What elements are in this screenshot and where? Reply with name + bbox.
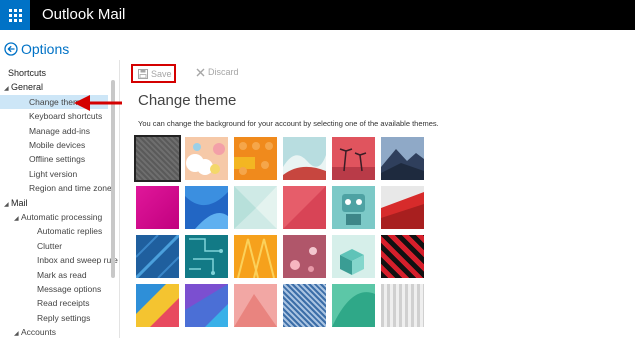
- launcher-dot: [14, 19, 17, 22]
- launcher-dot: [19, 14, 22, 17]
- sidebar-item-label: Mark as read: [37, 269, 87, 280]
- sidebar-item-keyboard-shortcuts[interactable]: Keyboard shortcuts: [0, 109, 102, 123]
- launcher-dot: [14, 9, 17, 12]
- sidebar-item-label: Automatic replies: [37, 226, 103, 237]
- sidebar-item-shortcuts[interactable]: Shortcuts: [0, 66, 46, 80]
- options-title: Options: [21, 41, 70, 57]
- launcher-dot: [9, 19, 12, 22]
- theme-tile-robot[interactable]: [332, 186, 375, 229]
- sidebar-item-label: Light version: [29, 168, 78, 179]
- sidebar-item-mail[interactable]: ◢ Mail: [0, 196, 28, 210]
- sidebar-item-label: Clutter: [37, 240, 63, 251]
- sidebar-item-label: General: [11, 82, 44, 93]
- launcher-dot: [19, 9, 22, 12]
- theme-tile-pink-bokeh[interactable]: [283, 235, 326, 278]
- theme-tile-pastel-shapes[interactable]: [234, 186, 277, 229]
- theme-tile-blue-pattern[interactable]: [136, 235, 179, 278]
- theme-tile-cartoon-clouds[interactable]: [185, 137, 228, 180]
- app-title: Outlook Mail: [42, 6, 126, 23]
- sidebar-item-region-and-time-zone[interactable]: Region and time zone: [0, 181, 112, 195]
- sidebar-item-label: Message options: [37, 284, 102, 294]
- theme-tile-green-leaf[interactable]: [332, 284, 375, 327]
- save-icon: [138, 68, 148, 79]
- theme-tile-magenta[interactable]: [136, 186, 179, 229]
- theme-tile-red-peaks[interactable]: [381, 186, 424, 229]
- sidebar-item-accounts[interactable]: ◢ Accounts: [0, 325, 56, 338]
- sidebar-item-mobile-devices[interactable]: Mobile devices: [0, 138, 85, 152]
- theme-tile-gray[interactable]: [134, 135, 181, 182]
- sidebar-item-label: Mobile devices: [29, 140, 86, 150]
- sidebar-item-label: Offline settings: [29, 154, 86, 165]
- sidebar-item-label: Read receipts: [37, 298, 90, 309]
- sidebar-item-label: Shortcuts: [8, 68, 47, 78]
- sidebar-item-manage-add-ins[interactable]: Manage add-ins: [0, 124, 90, 138]
- sidebar-item-read-receipts[interactable]: Read receipts: [0, 296, 89, 310]
- theme-tile-circuit[interactable]: [185, 235, 228, 278]
- sidebar-item-clutter[interactable]: Clutter: [0, 239, 62, 253]
- theme-tile-bricks[interactable]: [234, 137, 277, 180]
- sidebar-item-automatic-replies[interactable]: Automatic replies: [0, 224, 102, 238]
- app-launcher-icon[interactable]: [0, 0, 30, 30]
- save-label: Save: [151, 68, 172, 79]
- sidebar-item-inbox-and-sweep-rules[interactable]: Inbox and sweep rules: [0, 253, 118, 267]
- sidebar-item-message-options[interactable]: Message options: [0, 282, 101, 296]
- sidebar-item-label: Reply settings: [37, 312, 91, 323]
- theme-tile-teal-cubes[interactable]: [332, 235, 375, 278]
- sidebar-scrollbar[interactable]: [111, 80, 115, 278]
- theme-tile-colorful-shapes[interactable]: [136, 284, 179, 327]
- theme-tile-mountains[interactable]: [381, 137, 424, 180]
- theme-tile-orange-lines[interactable]: [234, 235, 277, 278]
- options-sidebar: Shortcuts ◢ General Change theme Keyboard sh…: [0, 66, 118, 338]
- sidebar-item-change-theme[interactable]: Change theme: [0, 94, 108, 109]
- back-arrow-icon[interactable]: [4, 42, 18, 56]
- close-icon: [196, 68, 205, 76]
- sidebar-item-general[interactable]: ◢ General: [0, 80, 43, 94]
- sidebar-item-label: Mail: [11, 197, 28, 208]
- sidebar-item-label: Keyboard shortcuts: [29, 111, 103, 122]
- launcher-dot: [9, 14, 12, 17]
- theme-description: You can change the background for your a…: [138, 119, 439, 128]
- top-bar: Outlook Mail: [0, 0, 635, 30]
- page-title: Change theme: [138, 92, 237, 109]
- sidebar-item-label: Inbox and sweep rules: [37, 255, 118, 266]
- theme-tile-red-black-check[interactable]: [381, 235, 424, 278]
- options-header[interactable]: Options: [4, 40, 69, 58]
- sidebar-item-automatic-processing[interactable]: ◢ Automatic processing: [0, 210, 102, 224]
- sidebar-item-mark-as-read[interactable]: Mark as read: [0, 268, 87, 282]
- sidebar-item-label: Automatic processing: [21, 212, 103, 222]
- theme-tile-blue-weave[interactable]: [283, 284, 326, 327]
- theme-tile-pink-triangles[interactable]: [234, 284, 277, 327]
- launcher-dot: [9, 9, 12, 12]
- theme-tile-blue-waves[interactable]: [185, 186, 228, 229]
- launcher-dot: [19, 19, 22, 22]
- content-divider: [119, 60, 120, 338]
- sidebar-item-label: Manage add-ins: [29, 125, 90, 136]
- launcher-dot: [14, 14, 17, 17]
- theme-tile-gray-stripes[interactable]: [381, 284, 424, 327]
- save-button[interactable]: Save: [131, 64, 176, 83]
- theme-tile-blue-purple-shapes[interactable]: [185, 284, 228, 327]
- theme-tile-palm-trees[interactable]: [332, 137, 375, 180]
- discard-label: Discard: [208, 67, 239, 77]
- discard-button[interactable]: Discard: [196, 67, 239, 77]
- theme-tile-red-geometric[interactable]: [283, 186, 326, 229]
- sidebar-item-label: Change theme: [29, 96, 85, 107]
- collapse-caret-icon: ◢: [14, 331, 19, 338]
- theme-tile-wave[interactable]: [283, 137, 326, 180]
- sidebar-item-offline-settings[interactable]: Offline settings: [0, 152, 85, 166]
- sidebar-item-label: Region and time zone: [29, 183, 112, 194]
- sidebar-item-light-version[interactable]: Light version: [0, 167, 77, 181]
- sidebar-item-label: Accounts: [21, 327, 56, 338]
- sidebar-item-reply-settings[interactable]: Reply settings: [0, 311, 90, 325]
